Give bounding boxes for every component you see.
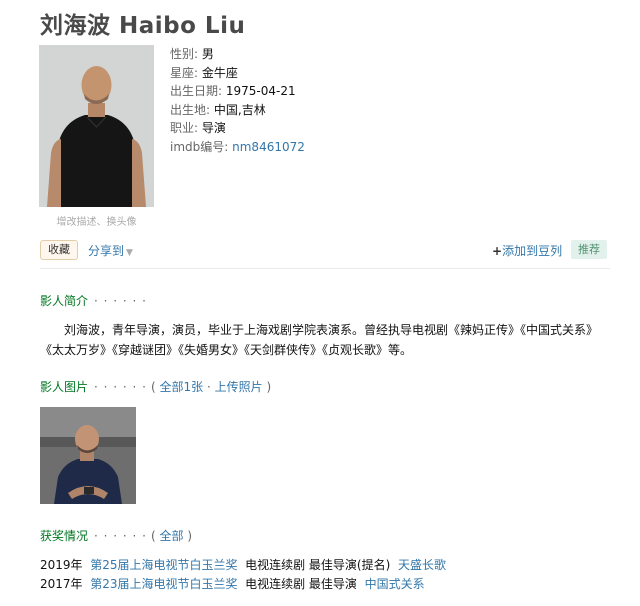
chevron-down-icon: ▼ bbox=[126, 248, 133, 258]
add-to-doulist-link[interactable]: +添加到豆列 bbox=[492, 242, 562, 259]
page-title: 刘海波 Haibo Liu bbox=[40, 13, 246, 39]
info-value: 男 bbox=[201, 47, 214, 61]
info-label: 星座: bbox=[170, 65, 199, 80]
info-label: imdb编号: bbox=[170, 139, 229, 154]
paren-open: ( bbox=[150, 380, 156, 394]
all-photos-link[interactable]: 全部1张 bbox=[160, 380, 204, 394]
award-work-link[interactable]: 中国式关系 bbox=[365, 577, 425, 591]
award-category: 电视连续剧 最佳导演(提名) bbox=[245, 558, 391, 572]
info-gender: 性别: 男 bbox=[170, 45, 305, 64]
info-profession: 职业: 导演 bbox=[170, 119, 305, 138]
award-row: 2019年 第25届上海电视节白玉兰奖 电视连续剧 最佳导演(提名) 天盛长歌 bbox=[40, 556, 446, 575]
bio-section-title: 影人简介 · · · · · · bbox=[40, 292, 147, 309]
separator: · bbox=[206, 380, 211, 394]
info-value: 1975-04-21 bbox=[225, 84, 296, 99]
section-dots: · · · · · · bbox=[94, 294, 147, 308]
info-label: 出生日期: bbox=[170, 84, 223, 99]
award-link[interactable]: 第23届上海电视节白玉兰奖 bbox=[90, 577, 237, 591]
section-title-text: 影人简介 bbox=[40, 294, 89, 308]
paren-close: ) bbox=[266, 380, 272, 394]
info-panel: 性别: 男 星座: 金牛座 出生日期: 1975-04-21 出生地: 中国,吉… bbox=[170, 45, 305, 157]
section-title-text: 获奖情况 bbox=[40, 529, 89, 543]
all-awards-link[interactable]: 全部 bbox=[160, 529, 184, 543]
upload-photo-link[interactable]: 上传照片 bbox=[215, 380, 263, 394]
share-label: 分享到 bbox=[88, 244, 125, 258]
info-value: 金牛座 bbox=[201, 65, 238, 80]
collect-button[interactable]: 收藏 bbox=[40, 240, 78, 260]
section-dots: · · · · · · bbox=[94, 529, 147, 543]
paren-close: ) bbox=[187, 529, 193, 543]
awards-list: 2019年 第25届上海电视节白玉兰奖 电视连续剧 最佳导演(提名) 天盛长歌 … bbox=[40, 556, 446, 594]
plus-icon: + bbox=[492, 244, 503, 258]
awards-links: ( 全部 ) bbox=[151, 529, 192, 543]
award-category: 电视连续剧 最佳导演 bbox=[245, 577, 357, 591]
award-year: 2017年 bbox=[40, 577, 83, 591]
awards-section-title: 获奖情况 · · · · · ·( 全部 ) bbox=[40, 527, 192, 544]
info-label: 职业: bbox=[170, 121, 199, 136]
info-value: 导演 bbox=[201, 121, 226, 136]
info-value: 中国,吉林 bbox=[213, 102, 266, 117]
info-label: 出生地: bbox=[170, 102, 211, 117]
photos-links: ( 全部1张 · 上传照片 ) bbox=[151, 380, 271, 394]
portrait-image bbox=[39, 45, 154, 207]
thumbnail-image bbox=[40, 407, 136, 504]
award-year: 2019年 bbox=[40, 558, 83, 572]
info-birthdate: 出生日期: 1975-04-21 bbox=[170, 82, 305, 101]
section-title-text: 影人图片 bbox=[40, 380, 89, 394]
imdb-link[interactable]: nm8461072 bbox=[232, 140, 305, 154]
info-imdb: imdb编号: nm8461072 bbox=[170, 138, 305, 157]
info-label: 性别: bbox=[170, 47, 199, 61]
action-bar: 收藏 分享到 ▼ +添加到豆列 推荐 bbox=[40, 240, 610, 262]
bio-text: 刘海波，青年导演，演员，毕业于上海戏剧学院表演系。曾经执导电视剧《辣妈正传》《中… bbox=[40, 323, 599, 357]
award-row: 2017年 第23届上海电视节白玉兰奖 电视连续剧 最佳导演 中国式关系 bbox=[40, 575, 446, 594]
photos-section-title: 影人图片 · · · · · ·( 全部1张 · 上传照片 ) bbox=[40, 378, 271, 395]
recommend-button[interactable]: 推荐 bbox=[571, 240, 607, 259]
info-birthplace: 出生地: 中国,吉林 bbox=[170, 101, 305, 120]
add-to-doulist-label: 添加到豆列 bbox=[502, 244, 563, 258]
share-button[interactable]: 分享到 ▼ bbox=[88, 242, 133, 259]
paren-open: ( bbox=[150, 529, 156, 543]
section-dots: · · · · · · bbox=[94, 380, 147, 394]
celebrity-photo-thumbnail[interactable] bbox=[40, 407, 136, 504]
divider bbox=[40, 268, 610, 269]
info-constellation: 星座: 金牛座 bbox=[170, 64, 305, 83]
celebrity-photo[interactable] bbox=[39, 45, 154, 207]
award-link[interactable]: 第25届上海电视节白玉兰奖 bbox=[90, 558, 237, 572]
edit-avatar-link[interactable]: 增改描述、换头像 bbox=[39, 213, 154, 228]
award-work-link[interactable]: 天盛长歌 bbox=[398, 558, 446, 572]
